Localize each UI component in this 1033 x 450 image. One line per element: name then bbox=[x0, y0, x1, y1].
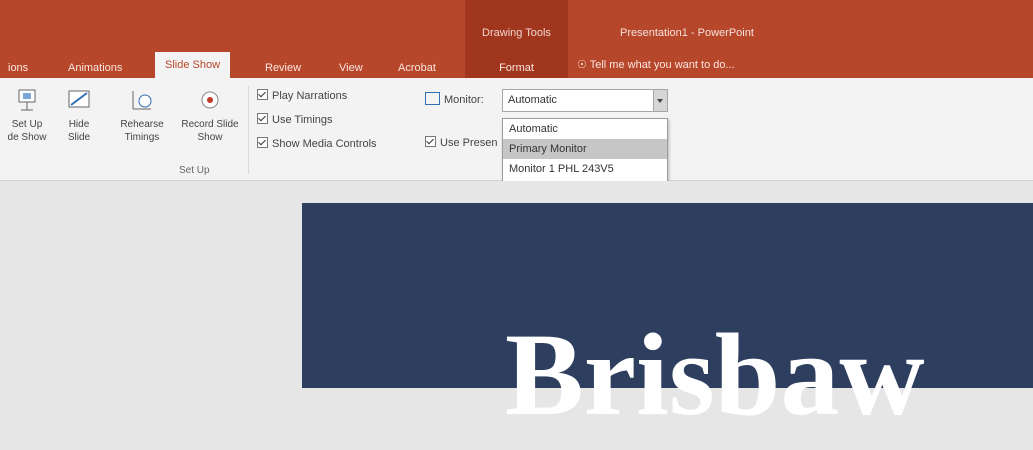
hide-slide-button[interactable]: Hide Slide bbox=[58, 88, 100, 144]
setup-slideshow-icon bbox=[14, 88, 40, 112]
tab-view[interactable]: View bbox=[339, 58, 363, 78]
window-title: Presentation1 - PowerPoint bbox=[620, 27, 754, 39]
slide-title[interactable]: Brisbaw bbox=[505, 300, 925, 450]
tab-format[interactable]: Format bbox=[465, 58, 568, 78]
monitor-select-value: Automatic bbox=[508, 94, 557, 106]
setup-slideshow-button[interactable]: Set Up de Show bbox=[2, 88, 52, 144]
show-media-controls-checkbox[interactable]: Show Media Controls bbox=[257, 137, 377, 150]
checkbox-checked-icon bbox=[257, 89, 268, 100]
monitor-label: Monitor: bbox=[425, 92, 484, 106]
record-slide-show-button[interactable]: Record Slide Show bbox=[175, 88, 245, 144]
tell-me-text: Tell me what you want to do... bbox=[589, 59, 735, 71]
hide-slide-label-line1: Hide bbox=[68, 119, 90, 130]
tab-slide-transitions[interactable]: ions bbox=[8, 58, 28, 78]
play-narrations-label: Play Narrations bbox=[272, 90, 348, 102]
tab-review[interactable]: Review bbox=[265, 58, 301, 78]
context-group-label: Drawing Tools bbox=[482, 27, 551, 39]
monitor-dropdown-list: Automatic Primary Monitor Monitor 1 PHL … bbox=[502, 118, 668, 186]
record-label-line2: Show bbox=[197, 132, 223, 143]
use-timings-checkbox[interactable]: Use Timings bbox=[257, 113, 333, 126]
rehearse-label-line1: Rehearse bbox=[120, 119, 164, 130]
setup-label-line2: de Show bbox=[7, 132, 47, 143]
record-slide-show-icon bbox=[197, 88, 223, 112]
monitor-select[interactable]: Automatic bbox=[502, 89, 668, 112]
checkbox-checked-icon bbox=[257, 113, 268, 124]
show-media-controls-label: Show Media Controls bbox=[272, 138, 377, 150]
chevron-down-icon[interactable] bbox=[653, 90, 667, 111]
use-presenter-view-checkbox[interactable]: Use Presen bbox=[425, 136, 497, 149]
record-label-line1: Record Slide bbox=[181, 119, 239, 130]
monitor-label-text: Monitor: bbox=[444, 94, 484, 106]
tab-animations[interactable]: Animations bbox=[68, 58, 122, 78]
lightbulb-icon: ☉ bbox=[577, 59, 587, 71]
checkbox-checked-icon bbox=[257, 137, 268, 148]
monitor-option-automatic[interactable]: Automatic bbox=[503, 119, 667, 139]
rehearse-timings-icon bbox=[129, 88, 155, 112]
tab-slide-show[interactable]: Slide Show bbox=[155, 52, 231, 78]
hide-slide-label-line2: Slide bbox=[67, 132, 91, 143]
hide-slide-icon bbox=[66, 88, 92, 112]
monitor-option-primary[interactable]: Primary Monitor bbox=[503, 139, 667, 159]
monitor-icon bbox=[425, 92, 440, 105]
play-narrations-checkbox[interactable]: Play Narrations bbox=[257, 89, 347, 102]
tab-acrobat[interactable]: Acrobat bbox=[398, 58, 436, 78]
rehearse-timings-button[interactable]: Rehearse Timings bbox=[113, 88, 171, 144]
rehearse-label-line2: Timings bbox=[124, 132, 160, 143]
group-divider bbox=[248, 86, 249, 174]
tell-me-search[interactable]: ☉ Tell me what you want to do... bbox=[577, 58, 735, 71]
checkbox-checked-icon bbox=[425, 136, 436, 147]
setup-group-label: Set Up bbox=[179, 165, 210, 176]
monitor-option-monitor1[interactable]: Monitor 1 PHL 243V5 bbox=[503, 159, 667, 179]
use-timings-label: Use Timings bbox=[272, 114, 333, 126]
setup-label-line1: Set Up bbox=[11, 119, 43, 130]
use-presenter-label: Use Presen bbox=[440, 137, 498, 149]
